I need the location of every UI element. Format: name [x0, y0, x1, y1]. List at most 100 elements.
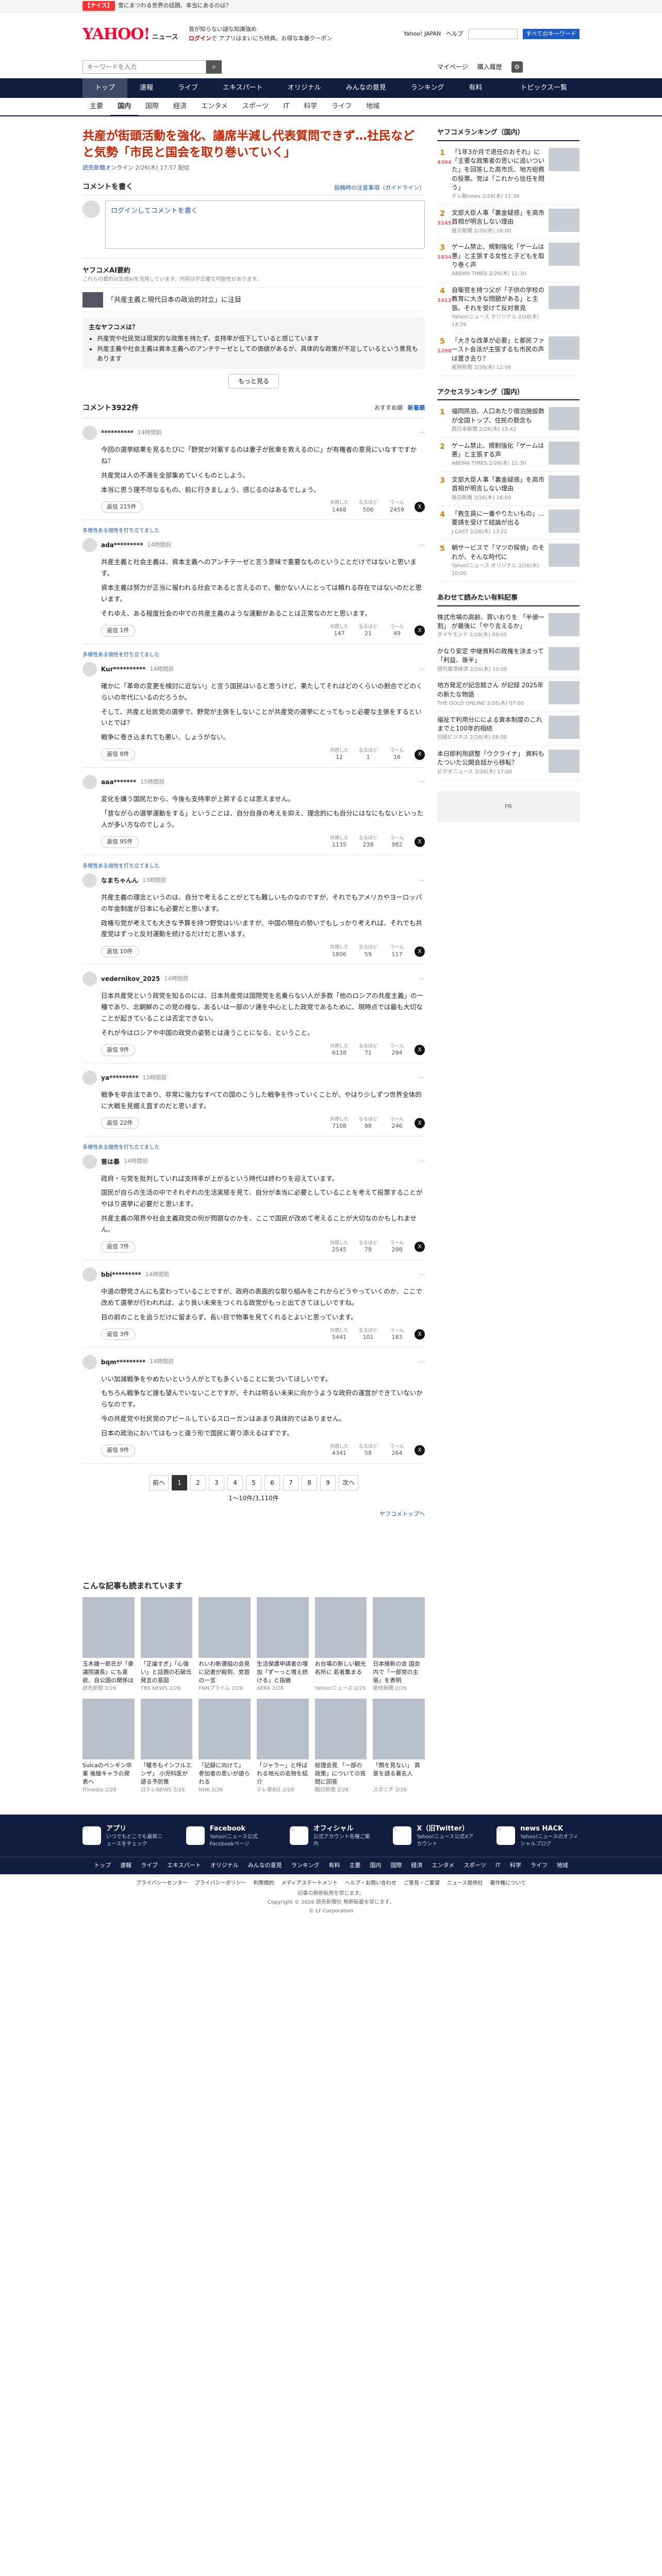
- disagree-reaction[interactable]: うーん 294: [386, 1044, 408, 1057]
- footer-nav-item[interactable]: 速報: [120, 1861, 131, 1870]
- disagree-reaction[interactable]: うーん 16: [386, 748, 408, 761]
- pager-next[interactable]: 次へ: [339, 1475, 359, 1490]
- pager-page[interactable]: 4: [227, 1475, 243, 1490]
- avatar[interactable]: [82, 1154, 97, 1169]
- x-share-icon[interactable]: X: [415, 946, 425, 957]
- avatar[interactable]: [82, 873, 97, 888]
- agree-reaction[interactable]: 共感した 1806: [328, 945, 351, 958]
- pager-page[interactable]: 5: [246, 1475, 261, 1490]
- footer-link[interactable]: ご意見・ご要望: [404, 1879, 440, 1887]
- ai-more-button[interactable]: もっと見る: [228, 374, 279, 388]
- footer-nav-item[interactable]: エンタメ: [432, 1861, 454, 1870]
- ranking-item[interactable]: 4 1412 自衛官を持つ父が「子供の学校の教育に大きな問題がある」と主張。それを受…: [437, 282, 580, 333]
- app-link[interactable]: Y! アプリ いつでもどこでも最新ニュースをチェック: [82, 1824, 166, 1848]
- category-tab[interactable]: 主要: [82, 101, 110, 112]
- x-share-icon[interactable]: X: [415, 1329, 425, 1340]
- related-article-card[interactable]: 「顔を見ない」 真意を語る著名人 スポニチ 2/26: [373, 1698, 425, 1794]
- reply-button[interactable]: 返信 8件: [101, 749, 135, 760]
- agree-reaction[interactable]: 共感した 1135: [328, 836, 351, 849]
- comment-user[interactable]: ya*********: [101, 1073, 138, 1082]
- related-article-card[interactable]: 「正論すぎ」「心強い」と話題の石破氏 発言の意図 TBS NEWS 2/26: [140, 1597, 193, 1692]
- comment-user[interactable]: なまちゃんん: [101, 876, 138, 885]
- disagree-reaction[interactable]: うーん 298: [386, 1241, 408, 1253]
- disagree-reaction[interactable]: うーん 264: [386, 1444, 408, 1457]
- agree-reaction[interactable]: 共感した 1468: [328, 500, 351, 513]
- disagree-reaction[interactable]: うーん 246: [386, 1117, 408, 1130]
- ranking-item[interactable]: 2 ゲーム禁止、規制強化「ゲームは悪」と主張する声 ABEMA TIMES 2/26…: [437, 438, 580, 472]
- ranking-item[interactable]: 地方発足が記念館さん が記録 2025年の新たな物語 THE GOLD ONLIN…: [437, 677, 580, 712]
- ranking-item[interactable]: 5 朝サービスで「マツの探偵」のそれが、そんな時代に Yahoo!ニュース オリジナ…: [437, 540, 580, 582]
- comment-user[interactable]: aaa*******: [101, 777, 136, 787]
- avatar[interactable]: [82, 538, 97, 553]
- app-link[interactable]: X X（旧Twitter） Yahoo!ニュース公式Xアカウント: [393, 1824, 476, 1848]
- reply-button[interactable]: 返信 3件: [101, 1328, 135, 1341]
- reply-button[interactable]: 返信 9件: [101, 1044, 135, 1056]
- more-menu-icon[interactable]: ⋯: [419, 429, 425, 437]
- avatar[interactable]: [82, 1267, 97, 1282]
- pager-page[interactable]: 6: [264, 1475, 280, 1490]
- ranking-item[interactable]: 3 文部大臣人事「裏金疑惑」を高市首相が明言しない理由 毎日新聞 2/26(木) 1…: [437, 472, 580, 506]
- comment-user[interactable]: vedernikov_2025: [101, 974, 160, 984]
- my-page-link[interactable]: マイページ: [437, 62, 468, 72]
- news-search-input[interactable]: [82, 60, 206, 74]
- insight-reaction[interactable]: なるほど 21: [357, 624, 379, 637]
- footer-nav-item[interactable]: 主要: [349, 1861, 360, 1870]
- insight-reaction[interactable]: なるほど 238: [357, 836, 379, 849]
- footer-nav-item[interactable]: 国際: [390, 1861, 402, 1870]
- more-menu-icon[interactable]: ⋯: [419, 1074, 425, 1082]
- pager-prev[interactable]: 前へ: [148, 1475, 169, 1490]
- reply-button[interactable]: 返信 9件: [101, 1445, 135, 1456]
- nav-item[interactable]: エキスパート: [210, 78, 275, 98]
- x-share-icon[interactable]: X: [415, 1045, 425, 1056]
- footer-nav-item[interactable]: 有料: [328, 1861, 340, 1870]
- related-article-card[interactable]: 「暖冬もインフルエンザ」 小児科医が語る予防策 日テレNEWS 2/26: [140, 1698, 193, 1794]
- footer-link[interactable]: メディアステートメント: [282, 1879, 338, 1887]
- footer-nav-item[interactable]: 地域: [557, 1861, 568, 1870]
- related-article-card[interactable]: 「記録に向けて」 参加者の思いが語られる NHK 2/26: [198, 1698, 251, 1794]
- x-share-icon[interactable]: X: [415, 625, 425, 636]
- related-article-card[interactable]: 総理会見 「一部の政策」についての質問に回答 朝日新聞 2/26: [315, 1698, 367, 1794]
- comment-user[interactable]: bbi*********: [101, 1270, 141, 1279]
- nav-item[interactable]: 速報: [127, 78, 166, 98]
- gear-icon[interactable]: ⚙: [511, 61, 523, 73]
- ranking-item[interactable]: 5 1298 「大きな改革が必要」と都民ファースト会派が主張するも市民の声は置き去り…: [437, 333, 580, 376]
- category-tab[interactable]: ライフ: [324, 101, 359, 112]
- x-share-icon[interactable]: X: [415, 1118, 425, 1129]
- disagree-reaction[interactable]: うーん 183: [386, 1328, 408, 1341]
- related-article-card[interactable]: 玉木雄一郎氏が「衆議院議長」にも意欲、自公国の関係は 読売新聞 2/26: [82, 1597, 135, 1692]
- insight-reaction[interactable]: なるほど 506: [357, 500, 379, 513]
- footer-nav-item[interactable]: IT: [495, 1861, 501, 1870]
- category-tab[interactable]: 国際: [138, 101, 166, 112]
- sort-recommended[interactable]: おすすめ順: [374, 404, 403, 413]
- app-link[interactable]: O オフィシャル 公式アカウント各種ご案内: [289, 1824, 373, 1848]
- related-article-card[interactable]: れいわ新選組の会見に記者が殺到、党首の一言 FNNプライム 2/26: [198, 1597, 251, 1692]
- avatar[interactable]: [82, 1070, 97, 1085]
- comment-user[interactable]: **********: [101, 428, 134, 437]
- header-search-button[interactable]: すべてのキーワード: [523, 28, 580, 40]
- disagree-reaction[interactable]: うーん 117: [386, 945, 408, 958]
- reply-button[interactable]: 返信 1件: [101, 625, 135, 637]
- insight-reaction[interactable]: なるほど 71: [357, 1044, 379, 1057]
- related-article-card[interactable]: お台場の新しい観光名所に 若者集まる Yahoo!ニュース 2/26: [315, 1597, 367, 1692]
- pager-page[interactable]: 3: [209, 1475, 224, 1490]
- yahoo-japan-link[interactable]: Yahoo! JAPAN: [404, 30, 441, 39]
- search-icon[interactable]: ⌕: [206, 60, 222, 74]
- disagree-reaction[interactable]: うーん 2459: [386, 500, 408, 513]
- footer-nav-item[interactable]: オリジナル: [210, 1861, 239, 1870]
- footer-link[interactable]: プライバシーセンター: [136, 1879, 188, 1887]
- nav-topics-list[interactable]: トピックス一覧: [508, 78, 580, 98]
- help-link[interactable]: ヘルプ: [446, 30, 463, 39]
- agree-reaction[interactable]: 共感した 7108: [328, 1117, 351, 1130]
- nav-item[interactable]: みんなの意見: [334, 78, 399, 98]
- purchase-history-link[interactable]: 購入履歴: [477, 62, 502, 72]
- header-search-input[interactable]: [468, 29, 518, 39]
- footer-nav-item[interactable]: ライフ: [531, 1861, 548, 1870]
- agree-reaction[interactable]: 共感した 6138: [328, 1044, 351, 1057]
- ai-topic[interactable]: 「共産主義と現代日本の政治的対立」に注目: [82, 287, 425, 313]
- ranking-item[interactable]: 2 3145 文部大臣人事「裏金疑惑」を高市首相が明言しない理由 毎日新聞 2/26(…: [437, 205, 580, 240]
- more-menu-icon[interactable]: ⋯: [419, 975, 425, 984]
- agree-reaction[interactable]: 共感した 12: [328, 748, 351, 761]
- reply-button[interactable]: 返信 22件: [101, 1117, 139, 1129]
- app-link[interactable]: f Facebook Yahoo!ニュース公式Facebookページ: [186, 1824, 269, 1848]
- footer-nav-item[interactable]: スポーツ: [464, 1861, 486, 1870]
